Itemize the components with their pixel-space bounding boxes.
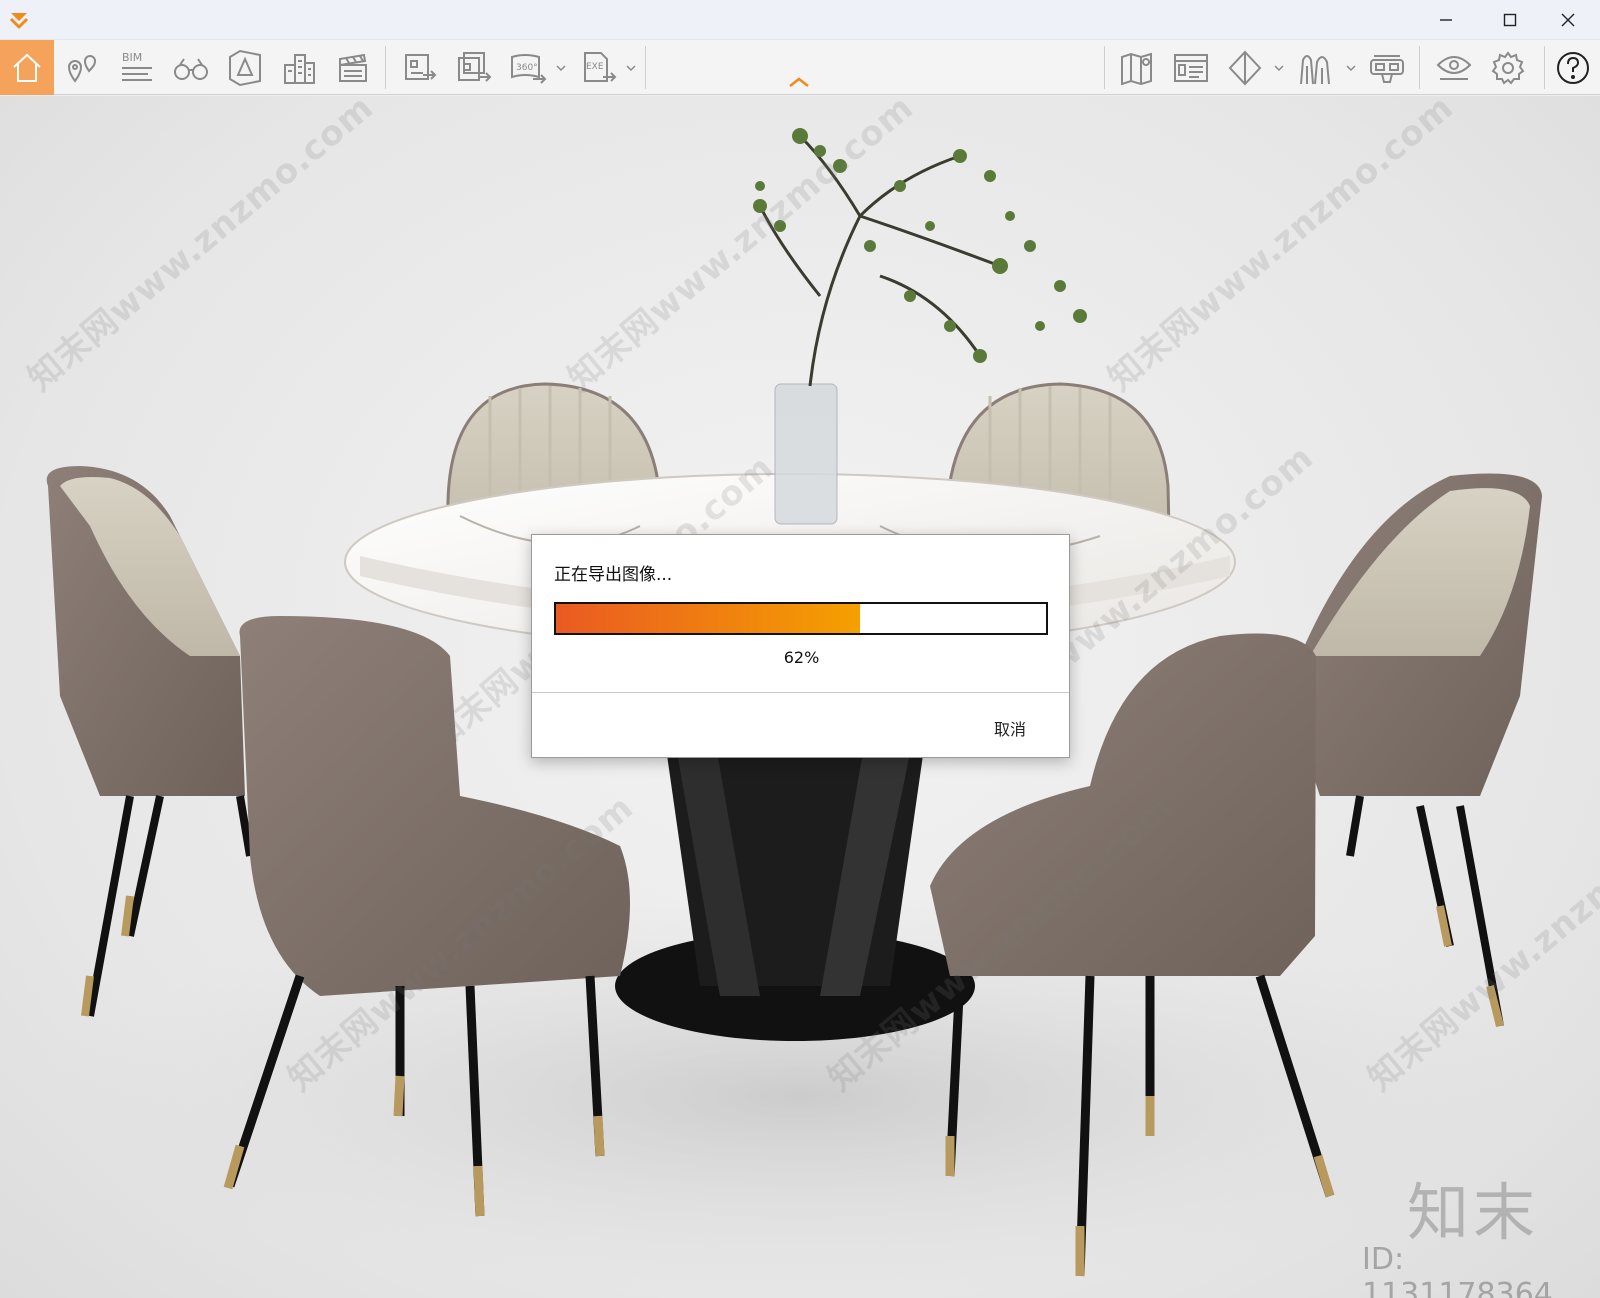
chevron-down-icon xyxy=(1346,64,1356,71)
map-button[interactable] xyxy=(1112,40,1162,95)
bim-button[interactable]: BIM xyxy=(110,40,164,95)
buildings-button[interactable] xyxy=(272,40,326,95)
export-exe-dropdown[interactable] xyxy=(624,40,638,95)
image-id-watermark: ID: 1131178364 xyxy=(1362,1242,1553,1298)
export-exe-icon: EXE xyxy=(584,51,617,82)
location-pins-icon xyxy=(67,54,97,83)
app-logo-icon xyxy=(9,13,29,29)
export-360-icon: 360° xyxy=(511,53,547,84)
cancel-button[interactable]: 取消 xyxy=(980,713,1040,743)
brand-watermark: 知末 xyxy=(1407,1176,1540,1249)
export-progress-bar xyxy=(554,602,1048,635)
toolbar-separator xyxy=(1104,46,1105,89)
toolbar-separator xyxy=(1419,46,1420,89)
close-icon xyxy=(1561,13,1575,27)
home-icon xyxy=(13,53,41,82)
settings-icon xyxy=(1491,50,1525,85)
section-dropdown[interactable] xyxy=(1272,40,1286,95)
visibility-icon xyxy=(1436,55,1472,80)
dialog-divider xyxy=(532,692,1069,693)
export-image-button[interactable] xyxy=(396,40,446,95)
visibility-button[interactable] xyxy=(1428,40,1480,95)
home-button[interactable] xyxy=(0,40,54,95)
animation-button[interactable] xyxy=(326,40,380,95)
collapse-toolbar-button[interactable] xyxy=(786,74,812,90)
export-360-button[interactable]: 360° xyxy=(504,40,552,95)
svg-text:EXE: EXE xyxy=(586,62,604,72)
chevron-down-icon xyxy=(556,64,566,71)
close-button[interactable] xyxy=(1536,0,1600,40)
binoculars-button[interactable] xyxy=(164,40,218,95)
export-image-icon xyxy=(405,53,437,80)
chevron-down-icon xyxy=(1274,64,1284,71)
section-icon xyxy=(1228,50,1262,85)
perspective-icon xyxy=(229,49,261,86)
title-bar xyxy=(0,0,1600,40)
figures-icon xyxy=(1300,54,1330,84)
figures-button[interactable] xyxy=(1292,40,1338,95)
minimize-icon xyxy=(1440,19,1452,21)
panel-button[interactable] xyxy=(1166,40,1216,95)
side-chair-left xyxy=(46,466,254,1017)
panel-icon xyxy=(1174,53,1208,82)
location-pins-button[interactable] xyxy=(56,40,110,95)
settings-button[interactable] xyxy=(1482,40,1534,95)
vr-headset-icon xyxy=(1370,54,1404,83)
svg-text:BIM: BIM xyxy=(122,51,142,64)
toolbar-separator xyxy=(1544,46,1545,89)
minimize-button[interactable] xyxy=(1414,0,1478,40)
maximize-icon xyxy=(1503,13,1517,27)
vr-button[interactable] xyxy=(1362,40,1412,95)
maximize-button[interactable] xyxy=(1478,0,1542,40)
section-button[interactable] xyxy=(1222,40,1268,95)
dialog-title: 正在导出图像... xyxy=(554,565,673,585)
app-window: BIM 360° EXE 知末网www.znzmo.com 知末网www.znz… xyxy=(0,0,1600,1298)
export-360-dropdown[interactable] xyxy=(554,40,568,95)
batch-export-icon xyxy=(458,51,492,82)
progress-percent: 62% xyxy=(783,648,820,667)
toolbar-separator xyxy=(385,46,386,89)
clapperboard-icon xyxy=(339,53,367,82)
map-icon xyxy=(1121,52,1152,85)
export-progress-dialog: 正在导出图像... 62% 取消 xyxy=(531,534,1070,758)
figures-dropdown[interactable] xyxy=(1344,40,1358,95)
buildings-icon xyxy=(284,53,315,84)
toolbar-separator xyxy=(645,46,646,89)
export-exe-button[interactable]: EXE xyxy=(576,40,622,95)
help-icon xyxy=(1557,51,1589,84)
help-button[interactable] xyxy=(1550,40,1596,95)
svg-text:360°: 360° xyxy=(516,63,538,73)
chevron-up-icon xyxy=(789,77,809,87)
binoculars-icon xyxy=(174,57,208,80)
bim-icon: BIM xyxy=(122,51,152,81)
chevron-down-icon xyxy=(626,64,636,71)
progress-fill xyxy=(556,604,860,633)
batch-export-button[interactable] xyxy=(450,40,500,95)
perspective-button[interactable] xyxy=(218,40,272,95)
